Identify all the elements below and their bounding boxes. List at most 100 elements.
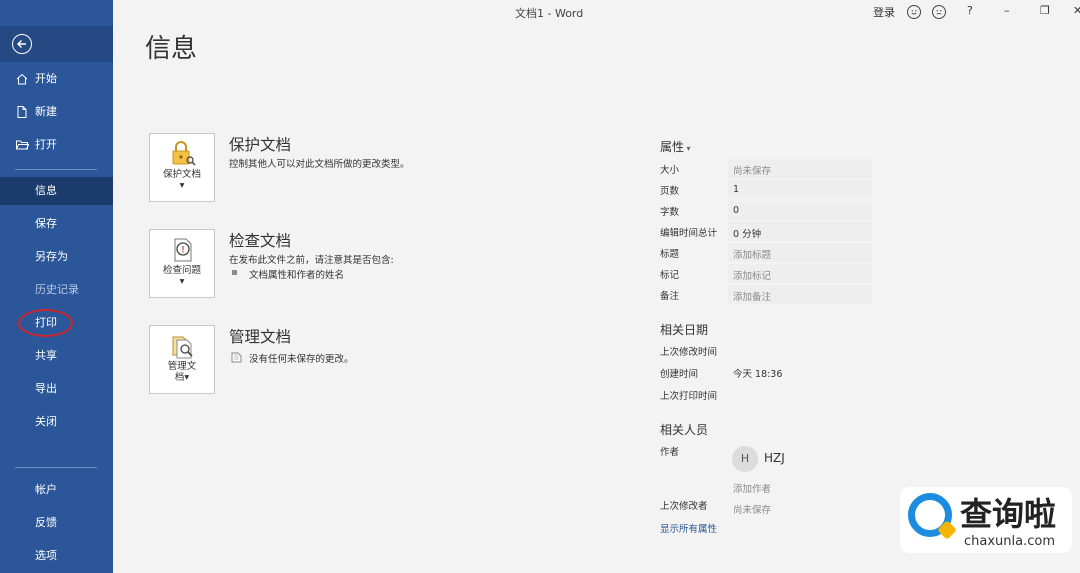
open-folder-icon [16, 140, 29, 150]
author-label: 作者 [660, 447, 680, 458]
nav-share-label: 共享 [35, 349, 57, 362]
lock-key-icon [172, 141, 196, 166]
protect-section-desc: 控制其他人可以对此文档所做的更改类型。 [229, 159, 410, 170]
author-name[interactable]: HZJ [764, 451, 785, 465]
nav-new[interactable]: 新建 [0, 98, 113, 126]
nav-options-label: 选项 [35, 549, 57, 562]
home-icon [16, 73, 28, 85]
nav-home[interactable]: 开始 [0, 65, 113, 93]
watermark-domain: chaxunla.com [964, 534, 1055, 549]
back-arrow-icon [12, 34, 32, 54]
nav-feedback[interactable]: 反馈 [0, 509, 113, 537]
date-label-last-printed: 上次打印时间 [660, 391, 718, 402]
property-value-title[interactable]: 添加标题 [733, 247, 771, 261]
date-label-created: 创建时间 [660, 369, 699, 380]
nav-home-label: 开始 [35, 72, 57, 85]
inspect-document-icon: ! [174, 238, 192, 262]
nav-share[interactable]: 共享 [0, 342, 113, 370]
back-button[interactable] [0, 26, 113, 62]
nav-new-label: 新建 [35, 105, 57, 118]
property-value-tags[interactable]: 添加标记 [733, 268, 771, 282]
nav-save-label: 保存 [35, 217, 57, 230]
property-value-comments[interactable]: 添加备注 [733, 289, 771, 303]
manage-section-title: 管理文档 [229, 328, 292, 346]
properties-header[interactable]: 属性 ▾ [660, 138, 691, 155]
chevron-down-icon: ▾ [179, 180, 185, 191]
print-highlight-circle [18, 309, 73, 337]
avatar: H [732, 446, 758, 472]
property-label-comments: 备注 [660, 291, 680, 302]
add-author-link[interactable]: 添加作者 [733, 481, 771, 495]
related-people-header: 相关人员 [660, 423, 709, 437]
nav-close-label: 关闭 [35, 415, 57, 428]
inspect-bullet-text: 文档属性和作者的姓名 [249, 270, 345, 281]
protect-section-title: 保护文档 [229, 136, 292, 154]
property-label-pages: 页数 [660, 186, 680, 197]
manage-section-desc: 没有任何未保存的更改。 [249, 354, 354, 365]
property-value-words: 0 [733, 205, 740, 216]
property-label-size: 大小 [660, 165, 680, 176]
nav-feedback-label: 反馈 [35, 516, 57, 529]
property-value-size: 尚未保存 [733, 166, 772, 177]
new-document-icon [17, 106, 27, 118]
date-value-created: 今天 18:36 [733, 369, 783, 380]
nav-open[interactable]: 打开 [0, 131, 113, 159]
bullet-icon [232, 270, 237, 275]
protect-document-button-label: 保护文档 [162, 169, 201, 180]
manage-document-button-label-1: 管理文 [167, 361, 197, 372]
chevron-down-icon: ▾ [179, 276, 185, 287]
nav-open-label: 打开 [35, 138, 57, 151]
sidebar-divider [15, 467, 97, 468]
last-modified-by-label: 上次修改者 [660, 501, 708, 512]
nav-save-as-label: 另存为 [35, 250, 68, 263]
restore-button[interactable]: ❐ [1040, 4, 1050, 17]
show-all-properties-link[interactable]: 显示所有属性 [660, 521, 717, 535]
last-modified-by-value: 尚未保存 [733, 505, 772, 516]
property-value-box [728, 201, 872, 220]
help-button[interactable]: ? [967, 4, 973, 17]
minimize-button[interactable]: – [1004, 4, 1010, 17]
property-value-box [728, 180, 872, 199]
nav-account[interactable]: 帐户 [0, 476, 113, 504]
property-value-pages: 1 [733, 184, 740, 195]
nav-options[interactable]: 选项 [0, 542, 113, 570]
nav-save-as[interactable]: 另存为 [0, 243, 113, 271]
nav-history: 历史记录 [0, 276, 113, 304]
window-title: 文档1 - Word [515, 7, 584, 20]
watermark-brand: 查询啦 [960, 495, 1057, 533]
property-value-edit-time: 0 分钟 [733, 229, 762, 240]
document-versions-icon [231, 352, 242, 363]
sign-in-link[interactable]: 登录 [873, 4, 895, 20]
protect-document-button[interactable]: 保护文档 ▾ [149, 133, 215, 202]
date-label-last-modified: 上次修改时间 [660, 347, 718, 358]
nav-export-label: 导出 [35, 382, 57, 395]
check-issues-button-label: 检查问题 [162, 265, 201, 276]
nav-export[interactable]: 导出 [0, 375, 113, 403]
inspect-section-desc: 在发布此文件之前，请注意其是否包含: [229, 255, 394, 266]
manage-document-button-label-2: 档▾ [174, 372, 190, 383]
nav-close[interactable]: 关闭 [0, 408, 113, 436]
nav-history-label: 历史记录 [35, 283, 79, 296]
check-issues-button[interactable]: ! 检查问题 ▾ [149, 229, 215, 298]
property-label-tags: 标记 [660, 270, 680, 281]
smile-icon[interactable] [907, 5, 921, 19]
nav-info[interactable]: 信息 [0, 177, 113, 205]
property-label-title: 标题 [660, 249, 680, 260]
manage-document-button-label-2-text: 档 [174, 372, 185, 383]
backstage-sidebar: 开始 新建 打开 信息 保存 另存为 历史记录 打印 共享 导出 关闭 帐户 反… [0, 0, 113, 573]
nav-save[interactable]: 保存 [0, 210, 113, 238]
page-title: 信息 [145, 34, 198, 64]
sidebar-divider [15, 169, 97, 170]
svg-text:!: ! [182, 245, 185, 255]
properties-header-text: 属性 [660, 140, 685, 154]
close-button[interactable]: ✕ [1073, 4, 1080, 17]
property-label-edit-time: 编辑时间总计 [660, 228, 718, 239]
watermark-logo: 查询啦 chaxunla.com [900, 487, 1072, 553]
manage-document-button[interactable]: 管理文 档▾ [149, 325, 215, 394]
frown-icon[interactable] [932, 5, 946, 19]
related-dates-header: 相关日期 [660, 323, 709, 337]
manage-document-icon [172, 336, 193, 359]
nav-info-label: 信息 [35, 184, 57, 197]
property-label-words: 字数 [660, 207, 680, 218]
inspect-section-title: 检查文档 [229, 232, 292, 250]
